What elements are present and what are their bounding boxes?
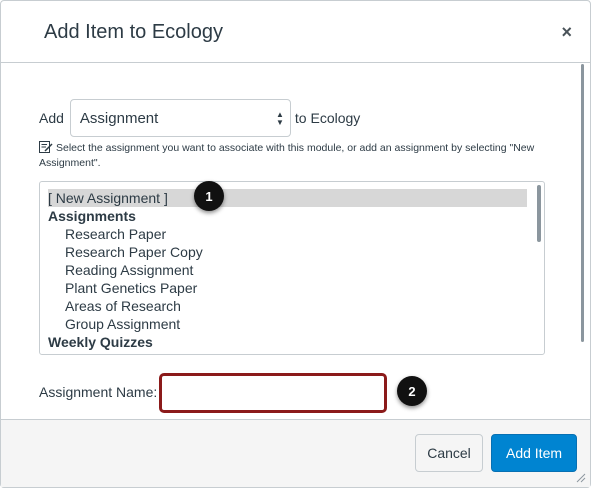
listbox-scrollbar[interactable] (537, 185, 541, 242)
add-suffix-label: to Ecology (294, 110, 361, 126)
dialog-body: Add Assignment ▲ ▼ to Ecology Select the … (1, 64, 590, 419)
dialog-header: Add Item to Ecology × (1, 1, 590, 63)
assignment-name-row: Assignment Name: (39, 373, 157, 411)
list-item[interactable]: Research Paper Copy (48, 243, 527, 261)
hint-text: Select the assignment you want to associ… (39, 141, 539, 171)
list-group-assignments: Assignments (48, 208, 136, 224)
list-item-new-assignment[interactable]: [ New Assignment ] (48, 189, 527, 207)
close-icon[interactable]: × (561, 23, 572, 41)
dialog-scrollbar[interactable] (581, 64, 584, 342)
list-item[interactable]: Plant Genetics Paper (48, 279, 527, 297)
add-item-button[interactable]: Add Item (491, 434, 577, 472)
hint-message: Select the assignment you want to associ… (39, 142, 535, 169)
item-type-row: Add Assignment ▲ ▼ to Ecology (39, 99, 360, 137)
edit-note-icon (39, 141, 53, 153)
add-prefix-label: Add (39, 110, 64, 126)
cancel-button[interactable]: Cancel (415, 434, 483, 472)
dialog-footer: Cancel Add Item (1, 419, 590, 487)
select-arrows-icon: ▲ ▼ (276, 110, 284, 127)
add-item-dialog: Add Item to Ecology × Add Assignment ▲ ▼ … (0, 0, 591, 488)
list-item[interactable]: Group Assignment (48, 315, 527, 333)
dialog-title: Add Item to Ecology (44, 21, 223, 43)
assignment-name-input[interactable] (159, 373, 387, 413)
resize-handle-icon[interactable] (576, 473, 586, 483)
list-item[interactable]: Areas of Research (48, 297, 527, 315)
item-type-value: Assignment (79, 109, 159, 127)
list-group-weekly-quizzes: Weekly Quizzes (48, 334, 153, 350)
assignment-listbox[interactable]: [ New Assignment ] Assignments Research … (39, 181, 545, 355)
list-item[interactable]: Reading Assignment (48, 261, 527, 279)
callout-badge-1: 1 (194, 181, 224, 211)
list-item[interactable]: Research Paper (48, 225, 527, 243)
callout-badge-2: 2 (397, 376, 427, 406)
item-type-select[interactable]: Assignment ▲ ▼ (69, 99, 291, 137)
assignment-name-label: Assignment Name: (39, 384, 158, 400)
